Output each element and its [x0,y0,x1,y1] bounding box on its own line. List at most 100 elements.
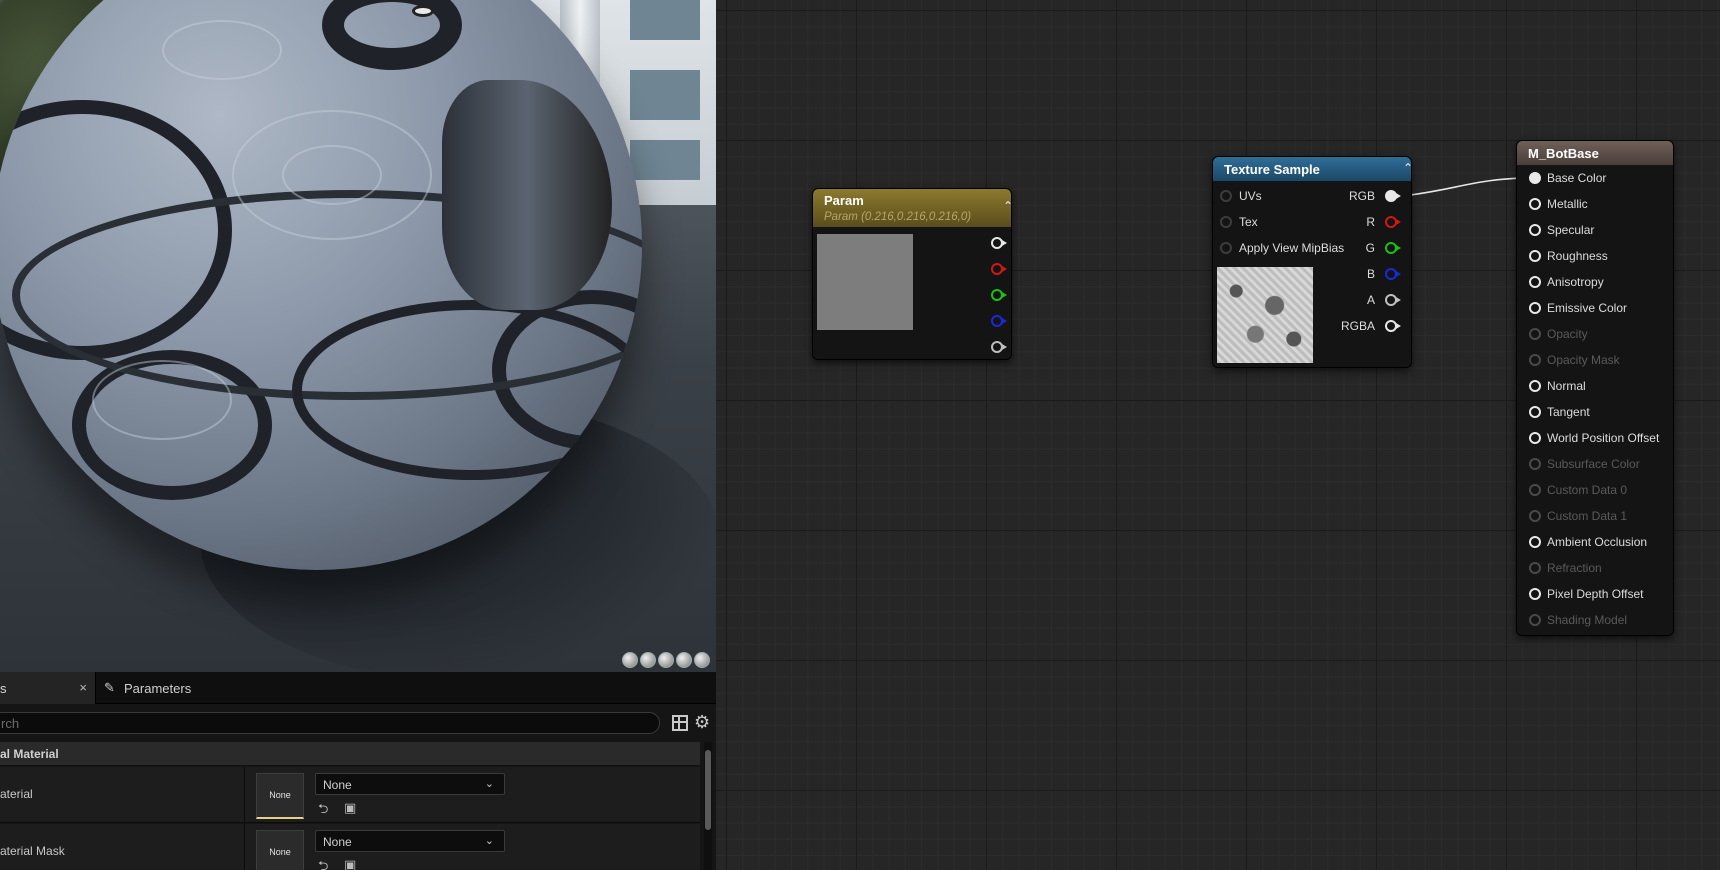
tab-details[interactable]: s × [0,672,96,704]
category-label: al Material [0,747,59,761]
texture-output-label: R [1366,215,1375,229]
asset-combo[interactable]: None ⌄ [315,773,505,795]
preview-viewport[interactable] [0,0,716,672]
texture-output-label: A [1366,293,1375,307]
texture-input-uvs[interactable] [1220,190,1232,202]
material-input-pin[interactable] [1529,302,1541,314]
texture-output-g[interactable] [1385,242,1401,254]
param-output-g[interactable] [991,289,1007,301]
viewport-shape-toolbar [622,652,710,668]
texture-output-label: RGBA [1340,319,1375,333]
plane-preview-icon[interactable] [658,652,674,668]
texture-input-label: Apply View MipBias [1239,241,1345,255]
param-color-swatch [817,234,913,330]
material-input-pin[interactable] [1529,588,1541,600]
texture-output-label: B [1366,267,1375,281]
property-row: aterial None None ⌄ ⮌ ▣ [0,767,700,823]
material-result-node[interactable]: M_BotBase Base Color Metallic Specular Roug… [1516,140,1674,636]
material-input-pin[interactable] [1529,224,1541,236]
table-view-icon[interactable] [672,715,688,731]
browse-asset-icon[interactable]: ▣ [344,857,356,870]
material-input-pin[interactable] [1529,562,1541,574]
combo-value: None [323,778,352,792]
material-input-label: Ambient Occlusion [1547,535,1648,549]
asset-thumbnail[interactable]: None [256,773,304,819]
search-row: rch ⚙ [0,710,716,736]
material-input-label: Opacity [1547,327,1588,341]
search-placeholder: rch [1,716,20,731]
use-selected-icon[interactable]: ⮌ [318,800,328,822]
material-input-label: Normal [1547,379,1586,393]
material-input-label: Anisotropy [1547,275,1604,289]
param-node-subtitle: Param (0.216,0.216,0.216,0) [824,211,972,223]
texture-input-tex[interactable] [1220,216,1232,228]
texture-sample-node[interactable]: Texture Sample ⌃ UVs Tex Apply View MipB… [1212,156,1412,368]
material-input-label: Pixel Depth Offset [1547,587,1644,601]
details-panel: s × ✎ Parameters rch ⚙ al Material ateri… [0,672,716,870]
material-node-header[interactable]: M_BotBase [1517,141,1673,165]
material-input-label: Subsurface Color [1547,457,1640,471]
param-output-a[interactable] [991,341,1007,353]
param-output-rgb[interactable] [991,237,1007,249]
gear-icon[interactable]: ⚙ [694,712,710,732]
material-input-pin[interactable] [1529,276,1541,288]
texture-input-mipbias[interactable] [1220,242,1232,254]
use-selected-icon[interactable]: ⮌ [318,857,328,870]
material-input-pin[interactable] [1529,172,1541,184]
texture-output-b[interactable] [1385,268,1401,280]
scrollbar-thumb[interactable] [705,750,711,830]
asset-combo[interactable]: None ⌄ [315,830,505,852]
chevron-down-icon: ⌄ [484,835,494,847]
tab-parameters-label: Parameters [124,680,192,696]
thumbnail-text: None [269,790,291,800]
property-row: aterial Mask None None ⌄ ⮌ ▣ [0,824,700,870]
asset-thumbnail[interactable]: None [256,830,304,870]
param-node[interactable]: Param Param (0.216,0.216,0.216,0) ⌃ [812,188,1012,360]
material-input-pin[interactable] [1529,198,1541,210]
node-graph[interactable]: Param Param (0.216,0.216,0.216,0) ⌃ Text… [716,0,1720,870]
texture-output-rgba[interactable] [1385,320,1401,332]
material-input-label: Specular [1547,223,1595,237]
tab-parameters[interactable]: ✎ Parameters [104,672,191,704]
close-icon[interactable]: × [79,680,87,695]
cube-preview-icon[interactable] [676,652,692,668]
texture-output-a[interactable] [1385,294,1401,306]
param-output-r[interactable] [991,263,1007,275]
material-input-pin[interactable] [1529,614,1541,626]
texture-output-r[interactable] [1385,216,1401,228]
material-input-label: World Position Offset [1547,431,1660,445]
details-tabbar: s × ✎ Parameters [0,672,716,704]
pencil-icon: ✎ [104,680,115,695]
material-input-pin[interactable] [1529,458,1541,470]
material-input-pin[interactable] [1529,380,1541,392]
sphere-preview-icon[interactable] [640,652,656,668]
material-input-pin[interactable] [1529,536,1541,548]
material-input-pin[interactable] [1529,250,1541,262]
texture-preview-thumbnail [1217,267,1313,363]
texture-output-label: RGB [1348,189,1375,203]
material-input-pin[interactable] [1529,432,1541,444]
texture-output-rgb[interactable] [1385,190,1401,202]
teapot-preview-icon[interactable] [694,652,710,668]
category-header[interactable]: al Material [0,742,700,766]
browse-asset-icon[interactable]: ▣ [344,800,356,816]
chevron-down-icon: ⌄ [484,778,494,790]
material-input-label: Custom Data 0 [1547,483,1628,497]
material-input-pin[interactable] [1529,484,1541,496]
param-node-header[interactable]: Param Param (0.216,0.216,0.216,0) ⌃ [813,189,1011,227]
material-input-label: Metallic [1547,197,1588,211]
texture-node-title: Texture Sample [1224,162,1320,177]
material-input-pin[interactable] [1529,510,1541,522]
search-input[interactable]: rch [0,712,660,734]
cylinder-preview-icon[interactable] [622,652,638,668]
texture-node-header[interactable]: Texture Sample ⌃ [1213,157,1411,181]
param-output-b[interactable] [991,315,1007,327]
material-input-label: Refraction [1547,561,1602,575]
param-node-title: Param [824,193,864,208]
details-scrollbar[interactable] [704,742,712,870]
material-input-label: Shading Model [1547,613,1628,627]
material-input-pin[interactable] [1529,354,1541,366]
material-editor: s × ✎ Parameters rch ⚙ al Material ateri… [0,0,1720,870]
material-input-pin[interactable] [1529,328,1541,340]
material-input-pin[interactable] [1529,406,1541,418]
